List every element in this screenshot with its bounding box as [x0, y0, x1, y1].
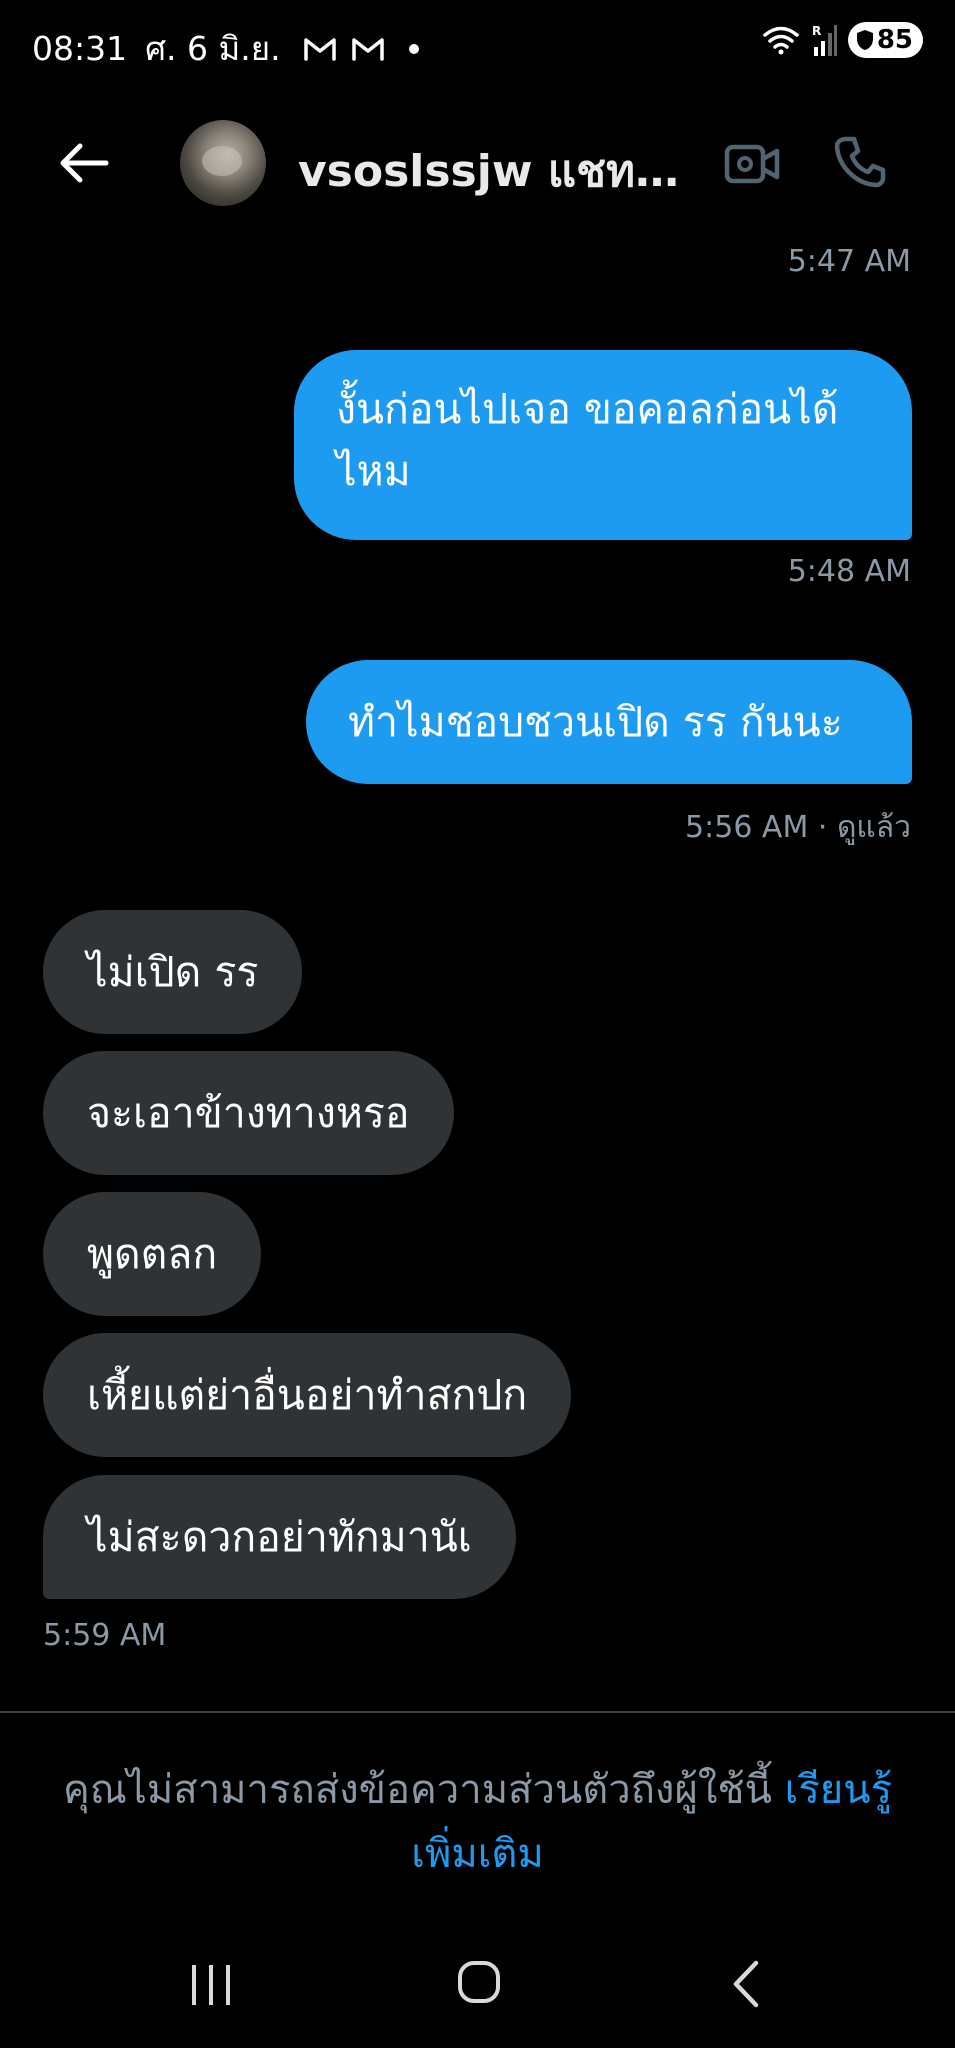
message-line: งั้นก่อนไปเจอ ขอคอลก่อนได้ — [336, 385, 839, 433]
dm-restricted-notice: คุณไม่สามารถส่งข้อความส่วนตัวถึงผู้ใช้นี… — [40, 1758, 915, 1886]
contact-name[interactable]: vsoslssjw แชทต... — [298, 136, 698, 206]
voice-call-button[interactable] — [830, 132, 890, 192]
gmail-icon — [303, 37, 336, 61]
video-call-button[interactable] — [722, 136, 782, 192]
status-left: 08:31 ศ. 6 มิ.ย. — [32, 22, 419, 75]
notification-dot — [408, 43, 419, 54]
home-icon — [458, 1961, 500, 2003]
divider — [0, 1711, 955, 1713]
shield-icon — [856, 30, 873, 50]
status-date: ศ. 6 มิ.ย. — [145, 29, 281, 68]
incoming-message[interactable]: พูดตลก — [43, 1192, 262, 1316]
nav-back-icon — [733, 1960, 759, 2008]
status-bar: 08:31 ศ. 6 มิ.ย. R 85 — [0, 0, 955, 88]
outgoing-message[interactable]: ทำไมชอบชวนเปิด รร กันนะ — [306, 660, 912, 784]
back-button[interactable] — [54, 135, 114, 191]
message-timestamp: 5:47 AM — [787, 244, 911, 279]
home-button[interactable] — [456, 1959, 502, 2009]
phone-icon — [834, 136, 886, 188]
system-nav-bar — [0, 1935, 955, 2035]
message-timestamp-seen: 5:56 AM · ดูแล้ว — [685, 810, 911, 845]
recent-apps-button[interactable] — [188, 1961, 234, 2013]
recent-apps-icon — [192, 1965, 230, 2005]
wifi-icon — [763, 26, 799, 55]
svg-text:R: R — [812, 24, 821, 38]
gmail-icon — [351, 37, 384, 61]
notice-text: คุณไม่สามารถส่งข้อความส่วนตัวถึงผู้ใช้นี… — [62, 1767, 785, 1813]
conversation-header: vsoslssjw แชทต... — [0, 100, 955, 226]
video-camera-icon — [724, 144, 780, 184]
outgoing-message[interactable]: งั้นก่อนไปเจอ ขอคอลก่อนได้ ไหม — [294, 350, 912, 540]
incoming-message[interactable]: ไม่เปิด รร — [43, 910, 303, 1034]
status-time: 08:31 — [32, 29, 128, 68]
incoming-message[interactable]: เหี้ยแต่ย่าอื่นอย่าทำสกปก — [43, 1333, 572, 1457]
incoming-message[interactable]: จะเอาข้างทางหรอ — [43, 1051, 454, 1175]
battery-indicator: 85 — [847, 22, 923, 58]
avatar[interactable] — [180, 120, 266, 206]
message-timestamp: 5:48 AM — [787, 554, 911, 589]
status-right: R 85 — [762, 22, 923, 58]
nav-back-button[interactable] — [728, 1959, 764, 2013]
signal-icon: R — [812, 24, 837, 56]
battery-level: 85 — [876, 25, 913, 55]
message-timestamp: 5:59 AM — [43, 1618, 167, 1653]
message-line: ไหม — [336, 447, 411, 495]
arrow-left-icon — [60, 143, 109, 183]
incoming-message[interactable]: ไม่สะดวกอย่าทักมานัเ — [43, 1475, 516, 1599]
